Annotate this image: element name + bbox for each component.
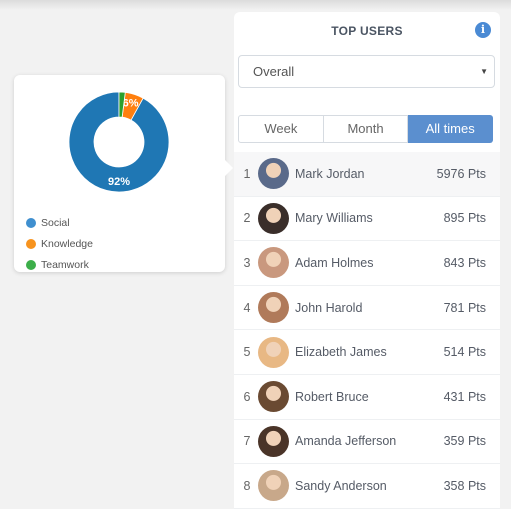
legend-item-knowledge: Knowledge — [26, 233, 93, 254]
popover-pointer — [225, 160, 233, 176]
user-rank: 8 — [243, 478, 251, 493]
category-donut-chart: 92% 6% — [68, 91, 170, 193]
avatar[interactable] — [258, 292, 289, 324]
user-list: 1 Mark Jordan 5976 Pts 2 Mary Williams 895 Pt… — [234, 152, 500, 509]
user-rank: 2 — [243, 211, 251, 226]
user-points: 781 Pts — [443, 300, 486, 315]
avatar[interactable] — [258, 247, 289, 279]
user-name[interactable]: Mary Williams — [295, 211, 410, 225]
tab-all-times[interactable]: All times — [408, 115, 494, 143]
user-row[interactable]: 8 Sandy Anderson 358 Pts — [234, 464, 500, 509]
avatar[interactable] — [258, 202, 289, 234]
avatar[interactable] — [258, 470, 289, 502]
legend-item-teamwork: Teamwork — [26, 254, 93, 275]
tab-week[interactable]: Week — [238, 115, 324, 143]
user-rank: 3 — [243, 255, 251, 270]
caret-down-icon: ▼ — [480, 67, 488, 76]
avatar[interactable] — [258, 425, 289, 457]
legend-item-social: Social — [26, 212, 93, 233]
user-rank: 6 — [243, 389, 251, 404]
user-points: 514 Pts — [443, 345, 486, 360]
legend-label: Teamwork — [41, 258, 89, 271]
user-points: 359 Pts — [443, 434, 486, 449]
user-name[interactable]: Sandy Anderson — [295, 479, 410, 493]
user-name[interactable]: John Harold — [295, 301, 410, 315]
donut-label-knowledge: 6% — [123, 97, 139, 109]
select-value: Overall — [253, 64, 295, 79]
category-select[interactable]: Overall ▼ — [238, 55, 495, 88]
user-row[interactable]: 2 Mary Williams 895 Pts — [234, 197, 500, 242]
user-rank: 4 — [243, 300, 251, 315]
user-name[interactable]: Amanda Jefferson — [295, 434, 410, 448]
user-points: 431 Pts — [443, 389, 486, 404]
user-row[interactable]: 4 John Harold 781 Pts — [234, 286, 500, 331]
legend-dot-icon — [26, 259, 36, 270]
top-users-panel: TOP USERS i Overall ▼ Week Month All tim… — [234, 12, 500, 509]
user-row[interactable]: 5 Elizabeth James 514 Pts — [234, 330, 500, 375]
tab-month[interactable]: Month — [323, 115, 409, 143]
user-row[interactable]: 7 Amanda Jefferson 359 Pts — [234, 420, 500, 465]
user-name[interactable]: Adam Holmes — [295, 256, 410, 270]
period-tabs: Week Month All times — [238, 115, 494, 143]
user-row[interactable]: 1 Mark Jordan 5976 Pts — [234, 152, 500, 197]
user-points: 843 Pts — [443, 255, 486, 270]
avatar[interactable] — [258, 381, 289, 413]
donut-label-social: 92% — [108, 176, 130, 188]
user-points: 358 Pts — [443, 478, 486, 493]
user-rank: 7 — [243, 434, 251, 449]
user-rank: 1 — [243, 166, 251, 181]
legend-label: Knowledge — [41, 237, 93, 250]
user-points: 5976 Pts — [436, 166, 486, 181]
legend-dot-icon — [26, 217, 36, 228]
user-points: 895 Pts — [443, 211, 486, 226]
user-row[interactable]: 6 Robert Bruce 431 Pts — [234, 375, 500, 420]
avatar[interactable] — [258, 158, 289, 190]
panel-title: TOP USERS — [331, 24, 403, 38]
legend-label: Social — [41, 216, 70, 229]
user-stats-popover: 92% 6% Social Knowledge Teamwork — [14, 75, 225, 272]
chart-legend: Social Knowledge Teamwork — [26, 212, 93, 275]
info-icon[interactable]: i — [475, 22, 491, 38]
top-shadow — [0, 0, 511, 10]
user-row[interactable]: 3 Adam Holmes 843 Pts — [234, 241, 500, 286]
user-name[interactable]: Mark Jordan — [295, 167, 410, 181]
user-rank: 5 — [243, 345, 251, 360]
user-name[interactable]: Elizabeth James — [295, 345, 410, 359]
avatar[interactable] — [258, 336, 289, 368]
legend-dot-icon — [26, 238, 36, 249]
user-name[interactable]: Robert Bruce — [295, 390, 410, 404]
